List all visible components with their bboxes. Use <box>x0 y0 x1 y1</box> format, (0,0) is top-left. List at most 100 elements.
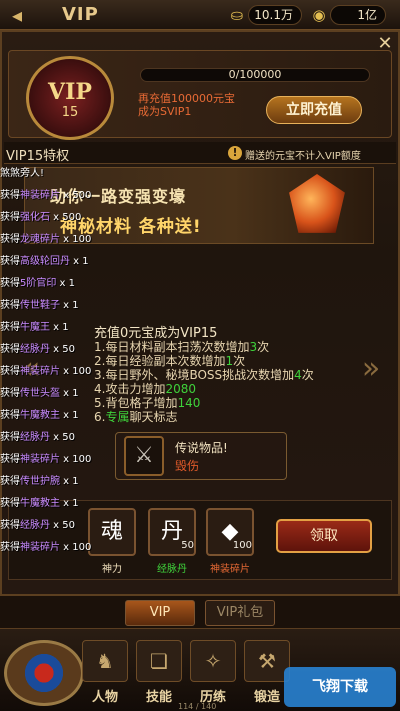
character-icon[interactable]: ♞ <box>82 640 128 682</box>
log-prefix: 获得 <box>0 410 20 421</box>
log-qty: x 1 <box>70 256 89 267</box>
vip-perk: 4.攻击力增加2080 <box>94 382 196 396</box>
skill-book-icon[interactable]: ❏ <box>136 640 182 682</box>
log-item: 神装碎片 <box>20 366 60 377</box>
gold-amount: 1亿 <box>330 5 386 25</box>
log-item: 5阶官印 <box>20 278 57 289</box>
legendary-item-name: 毁伤 <box>175 459 200 473</box>
perk-value: 140 <box>177 396 201 410</box>
reward-slot[interactable]: 魂 <box>88 508 136 556</box>
log-item: 传世护腕 <box>20 476 60 487</box>
perk-suffix: 次 <box>233 354 246 368</box>
log-prefix: 获得 <box>0 520 20 531</box>
vip-perk: 6.专属聊天标志 <box>94 410 177 424</box>
log-prefix: 获得 <box>0 344 20 355</box>
perk-value: 1 <box>225 354 234 368</box>
claim-button[interactable]: 领取 <box>276 519 372 553</box>
log-prefix: 获得 <box>0 454 20 465</box>
log-qty: x 1 <box>60 476 79 487</box>
log-item: 传世鞋子 <box>20 300 60 311</box>
perk-text: 6. <box>94 410 106 424</box>
perk-text: 3.每日野外、秘境BOSS挑战次数增加 <box>94 368 295 382</box>
log-prefix: 获得 <box>0 212 20 223</box>
log-prefix: 获得 <box>0 278 20 289</box>
dragon-orb-icon[interactable] <box>4 640 84 706</box>
recharge-hint: 再充值100000元宝 成为SVIP1 <box>138 92 278 118</box>
perk-value: 2080 <box>165 382 196 396</box>
legendary-title: 传说物品! <box>175 441 228 455</box>
log-prefix: 获得 <box>0 366 20 377</box>
ingot-icon: ⛀ <box>230 6 244 24</box>
vip-detail-title: 充值0元宝成为VIP15 <box>94 326 218 341</box>
log-qty: x 100 <box>60 454 92 465</box>
chat-log-line: 获得传世护腕 x 1 <box>0 476 79 488</box>
perk-suffix: 聊天标志 <box>129 410 178 424</box>
next-level-arrow-icon[interactable]: » <box>358 350 384 388</box>
back-arrow-icon[interactable]: ◂ <box>6 4 28 26</box>
log-prefix: 获得 <box>0 476 20 487</box>
log-item: 经脉丹 <box>20 520 50 531</box>
vip-badge-label: VIP <box>48 79 92 105</box>
log-qty: x 500 <box>50 212 82 223</box>
page-title: VIP <box>62 4 99 25</box>
vip-perk: 1.每日材料副本扫荡次数增加3次 <box>94 340 269 354</box>
ingot-amount: 10.1万 <box>248 5 302 25</box>
vip-perk: 2.每日经验副本次数增加1次 <box>94 354 245 368</box>
chat-log-line: 获得5阶官印 x 1 <box>0 278 75 290</box>
chat-log-line: 获得经脉丹 x 50 <box>0 344 75 356</box>
recharge-now-button[interactable]: 立即充值 <box>266 96 362 124</box>
log-item: 牛魔教主 <box>20 498 60 509</box>
log-prefix: 获得 <box>0 256 20 267</box>
perk-text: 5.背包格子增加 <box>94 396 178 410</box>
vip-level-badge: VIP 15 <box>26 56 114 140</box>
privilege-notice: 赠送的元宝不计入VIP额度 <box>245 151 361 162</box>
tab-vip[interactable]: VIP <box>125 600 195 626</box>
perk-value: 4 <box>294 368 302 382</box>
chat-log-line: 获得牛魔王 x 1 <box>0 322 69 334</box>
log-prefix: 获得 <box>0 542 20 553</box>
log-item: 强化石 <box>20 212 50 223</box>
log-item: 高级轮回丹 <box>20 256 70 267</box>
chat-log-line: 获得高级轮回丹 x 1 <box>0 256 89 268</box>
chat-log-line: 煞煞旁人! <box>0 168 44 180</box>
chat-log-line: 获得经脉丹 x 50 <box>0 432 75 444</box>
reward-count: 50 <box>181 540 194 551</box>
vip-perk: 5.背包格子增加140 <box>94 396 200 410</box>
log-qty: x 100 <box>60 234 92 245</box>
nav-skill[interactable]: 技能 <box>134 686 184 705</box>
log-qty: x 1 <box>60 498 79 509</box>
log-qty: x 50 <box>50 432 75 443</box>
blade-icon[interactable]: ⚔ <box>124 436 164 476</box>
log-qty: x 100 <box>60 366 92 377</box>
log-prefix: 获得 <box>0 234 20 245</box>
chat-log-line: 获得神装碎片 x 100 <box>0 454 91 466</box>
log-qty: x 50 <box>50 520 75 531</box>
log-prefix: 煞煞旁人! <box>0 168 45 179</box>
log-qty: x 1 <box>56 278 76 289</box>
chat-log-line: 获得龙魂碎片 x 100 <box>0 234 91 246</box>
tab-vip-gift[interactable]: VIP礼包 <box>205 600 275 626</box>
log-item: 神装碎片 <box>20 454 60 465</box>
perk-suffix: 次 <box>257 340 270 354</box>
log-prefix: 获得 <box>0 432 20 443</box>
log-qty: x 100 <box>60 542 92 553</box>
perk-value: 3 <box>249 340 258 354</box>
perk-text: 1.每日材料副本扫荡次数增加 <box>94 340 250 354</box>
chat-log-line: 获得牛魔教主 x 1 <box>0 410 79 422</box>
coin-icon: ◉ <box>312 6 326 24</box>
chat-log-line: 获得神装碎片 x 100 <box>0 542 91 554</box>
log-qty: x 1 <box>60 388 79 399</box>
log-prefix: 获得 <box>0 498 20 509</box>
reward-label: 神力 <box>102 564 122 575</box>
perk-value: 专属 <box>105 410 130 424</box>
vip-badge-level: 15 <box>61 105 79 120</box>
perk-text: 4.攻击力增加 <box>94 382 166 396</box>
log-item: 龙魂碎片 <box>20 234 60 245</box>
log-qty: x 1 <box>60 300 79 311</box>
training-icon[interactable]: ✧ <box>190 640 236 682</box>
nav-character[interactable]: 人物 <box>80 686 130 705</box>
recharge-hint-line1: 再充值100000元宝 <box>138 92 235 105</box>
exclamation-icon: ! <box>228 146 242 160</box>
chat-log-line: 获得神装碎片 x 100 <box>0 366 91 378</box>
log-item: 神装碎片 <box>20 190 60 201</box>
